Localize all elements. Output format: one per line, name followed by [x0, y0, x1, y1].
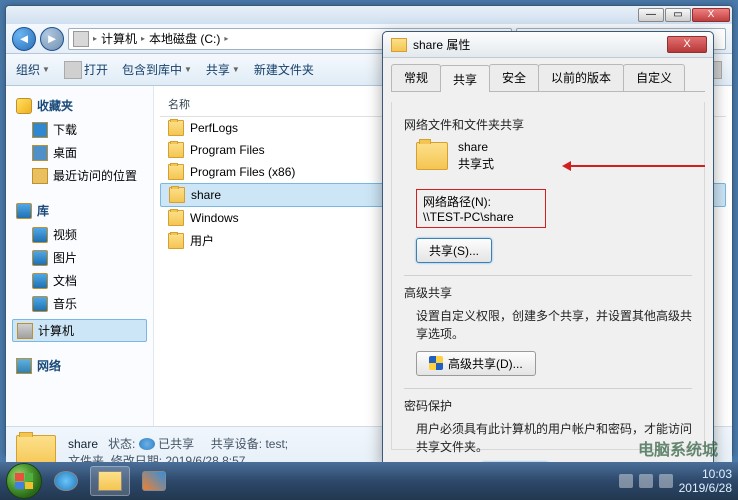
folder-icon — [169, 187, 185, 203]
nav-recent[interactable]: 最近访问的位置 — [10, 164, 149, 187]
nav-desktop[interactable]: 桌面 — [10, 141, 149, 164]
forward-button[interactable]: ► — [40, 27, 64, 51]
nav-music[interactable]: 音乐 — [10, 292, 149, 315]
tab-general[interactable]: 常规 — [391, 64, 441, 91]
tab-strip: 常规 共享 安全 以前的版本 自定义 — [391, 64, 705, 92]
breadcrumb-computer[interactable]: 计算机 — [101, 30, 137, 47]
chevron-icon: ▸ — [224, 34, 228, 43]
computer-icon — [17, 323, 33, 339]
taskbar: 10:032019/6/28 — [0, 462, 738, 500]
windows-logo-icon — [15, 473, 33, 489]
video-icon — [32, 227, 48, 243]
sharing-panel: 网络文件和文件夹共享 share 共享式 网络路径(N): \\TEST-PC\… — [391, 102, 705, 450]
minimize-button[interactable]: — — [638, 8, 664, 22]
properties-dialog: share 属性 X 常规 共享 安全 以前的版本 自定义 网络文件和文件夹共享… — [382, 31, 714, 466]
dialog-close-button[interactable]: X — [667, 36, 707, 53]
folder-name: share — [458, 139, 494, 156]
network-icon — [16, 358, 32, 374]
nav-pictures[interactable]: 图片 — [10, 246, 149, 269]
system-tray: 10:032019/6/28 — [619, 467, 732, 496]
desktop-icon — [32, 145, 48, 161]
watermark: 电脑系统城 — [638, 436, 718, 460]
tab-sharing[interactable]: 共享 — [440, 65, 490, 92]
details-name: share — [68, 437, 98, 451]
advanced-share-button[interactable]: 高级共享(D)... — [416, 351, 536, 376]
tray-icon[interactable] — [619, 474, 633, 488]
tab-previous[interactable]: 以前的版本 — [538, 64, 624, 91]
maximize-button[interactable]: ▭ — [665, 8, 691, 22]
advanced-text: 设置自定义权限，创建多个共享，并设置其他高级共享选项。 — [416, 307, 692, 343]
newfolder-button[interactable]: 新建文件夹 — [254, 61, 314, 78]
details-status-label: 状态: — [108, 437, 135, 451]
details-status: 已共享 — [158, 437, 194, 451]
folder-state: 共享式 — [458, 156, 494, 173]
open-icon — [64, 61, 82, 79]
folder-icon — [168, 164, 184, 180]
taskbar-wmp[interactable] — [134, 466, 174, 496]
dialog-titlebar: share 属性 X — [383, 32, 713, 58]
titlebar: — ▭ X — [6, 6, 732, 24]
downloads-icon — [32, 122, 48, 138]
clock[interactable]: 10:032019/6/28 — [679, 467, 732, 496]
ie-icon — [54, 471, 78, 491]
nav-downloads[interactable]: 下载 — [10, 118, 149, 141]
favorites-header[interactable]: 收藏夹 — [10, 92, 149, 118]
chevron-icon: ▸ — [141, 34, 145, 43]
picture-icon — [32, 250, 48, 266]
explorer-icon — [98, 471, 122, 491]
chevron-icon: ▸ — [93, 34, 97, 43]
include-menu[interactable]: 包含到库中 ▼ — [122, 61, 192, 78]
section-password: 密码保护 — [404, 397, 692, 414]
folder-icon — [168, 142, 184, 158]
share-menu[interactable]: 共享 ▼ — [206, 61, 240, 78]
shield-icon — [429, 356, 443, 370]
start-button[interactable] — [6, 463, 42, 499]
drive-icon — [73, 31, 89, 47]
wmp-icon — [142, 471, 166, 491]
tray-icon[interactable] — [659, 474, 673, 488]
back-button[interactable]: ◄ — [12, 27, 36, 51]
folder-icon — [391, 38, 407, 52]
music-icon — [32, 296, 48, 312]
recent-icon — [32, 168, 48, 184]
shared-icon — [139, 438, 155, 450]
nav-computer[interactable]: 计算机 — [12, 319, 147, 342]
section-advanced-sharing: 高级共享 — [404, 284, 692, 301]
section-network-sharing: 网络文件和文件夹共享 — [404, 116, 692, 133]
details-device-label: 共享设备: — [211, 437, 262, 451]
folder-icon — [168, 120, 184, 136]
star-icon — [16, 98, 32, 114]
network-path-box: 网络路径(N): \\TEST-PC\share — [416, 189, 546, 228]
tray-icon[interactable] — [639, 474, 653, 488]
annotation-arrow — [565, 165, 705, 167]
tab-security[interactable]: 安全 — [489, 64, 539, 91]
network-path-value: \\TEST-PC\share — [423, 210, 539, 224]
close-button[interactable]: X — [692, 8, 730, 22]
details-device: test; — [265, 437, 288, 451]
nav-videos[interactable]: 视频 — [10, 223, 149, 246]
network-path-label: 网络路径(N): — [423, 193, 539, 210]
taskbar-explorer[interactable] — [90, 466, 130, 496]
nav-network[interactable]: 网络 — [10, 352, 149, 378]
folder-icon — [168, 210, 184, 226]
nav-pane: 收藏夹 下载 桌面 最近访问的位置 库 视频 图片 文档 音乐 计算机 网络 — [6, 86, 154, 426]
document-icon — [32, 273, 48, 289]
folder-icon — [168, 233, 184, 249]
tab-custom[interactable]: 自定义 — [623, 64, 685, 91]
dialog-title: share 属性 — [413, 36, 470, 53]
library-icon — [16, 203, 32, 219]
libraries-header[interactable]: 库 — [10, 197, 149, 223]
taskbar-ie[interactable] — [46, 466, 86, 496]
nav-documents[interactable]: 文档 — [10, 269, 149, 292]
organize-menu[interactable]: 组织 ▼ — [16, 61, 50, 78]
breadcrumb-drive[interactable]: 本地磁盘 (C:) — [149, 30, 220, 47]
share-button[interactable]: 共享(S)... — [416, 238, 492, 263]
folder-icon — [416, 142, 448, 170]
open-button[interactable]: 打开 — [64, 61, 108, 79]
